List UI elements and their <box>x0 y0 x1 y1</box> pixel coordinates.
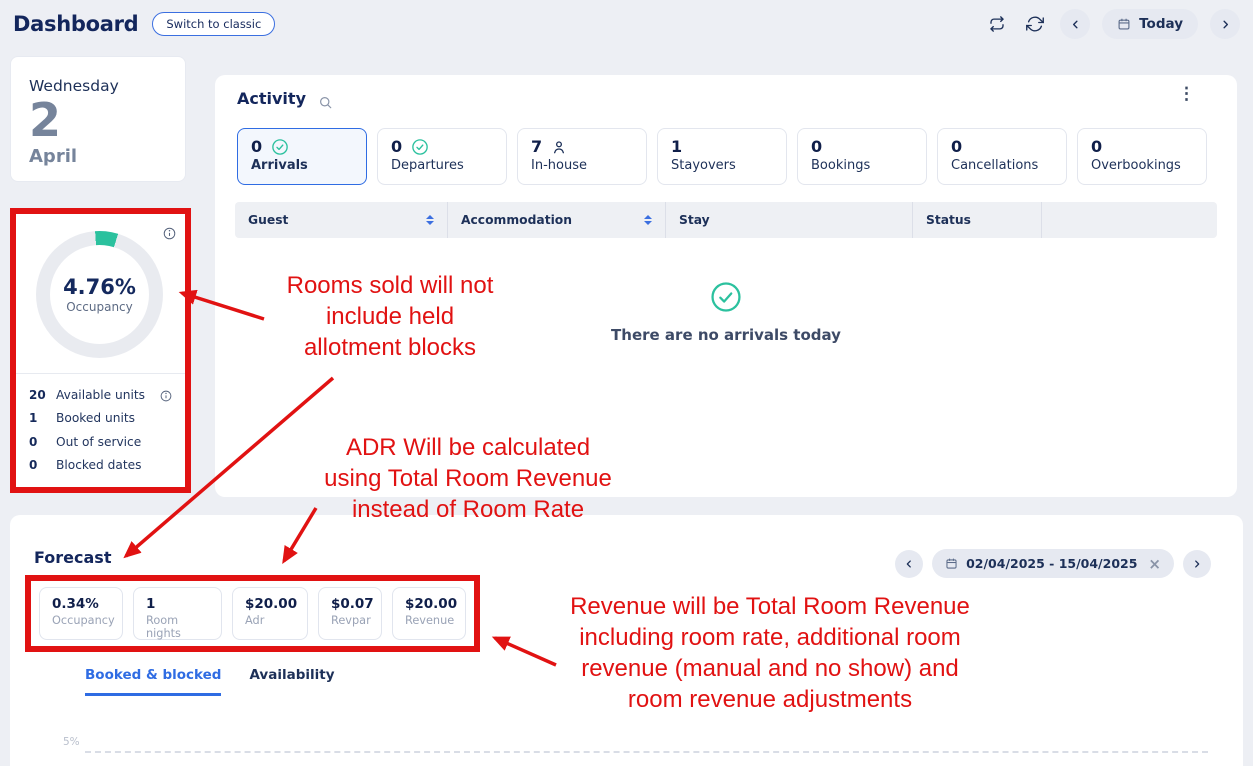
date-range-picker[interactable]: 02/04/2025 - 15/04/2025 × <box>932 549 1174 578</box>
more-options-icon[interactable]: ⋮ <box>1178 85 1195 102</box>
calendar-icon <box>945 557 958 570</box>
clear-date-icon[interactable]: × <box>1148 555 1161 573</box>
tab-availability[interactable]: Availability <box>249 667 334 696</box>
activity-tab-stayovers[interactable]: 1 Stayovers <box>657 128 787 185</box>
forecast-tabs: Booked & blocked Availability <box>85 667 335 696</box>
sort-icon[interactable] <box>426 215 434 225</box>
repeat-icon[interactable] <box>984 11 1010 37</box>
date-card: Wednesday 2 April <box>10 56 186 182</box>
dashboard-page: Dashboard Switch to classic Today Wednes… <box>0 0 1253 766</box>
chevron-left-icon <box>1070 19 1081 30</box>
top-bar-controls: Today <box>984 9 1240 39</box>
chevron-left-icon <box>904 559 914 569</box>
stat-row-blocked-dates: 0 Blocked dates <box>29 454 172 478</box>
sort-icon[interactable] <box>644 215 652 225</box>
page-title: Dashboard <box>13 12 138 36</box>
arrivals-table-header: Guest Accommodation Stay Status <box>235 202 1217 238</box>
forecast-stats-annotation-box: 0.34% Occupancy 1 Room nights $20.00 Adr… <box>25 575 480 652</box>
search-icon[interactable] <box>318 92 333 111</box>
info-icon[interactable] <box>163 223 176 242</box>
annotation-note-adr: ADR Will be calculated using Total Room … <box>303 432 633 525</box>
chevron-right-icon <box>1220 19 1231 30</box>
next-day-button[interactable] <box>1210 9 1240 39</box>
previous-day-button[interactable] <box>1060 9 1090 39</box>
forecast-stat-room-nights[interactable]: 1 Room nights <box>133 587 222 640</box>
stat-row-booked-units: 1 Booked units <box>29 407 172 431</box>
activity-tab-departures[interactable]: 0 Departures <box>377 128 507 185</box>
chart-gridline <box>85 751 1208 753</box>
activity-tab-in-house[interactable]: 7 In-house <box>517 128 647 185</box>
column-header-status: Status <box>913 202 1042 238</box>
column-header-guest[interactable]: Guest <box>235 202 448 238</box>
annotation-note-revenue: Revenue will be Total Room Revenue inclu… <box>515 591 1025 715</box>
date-month: April <box>29 146 167 167</box>
check-circle-icon <box>411 138 429 156</box>
forecast-date-controls: 02/04/2025 - 15/04/2025 × <box>895 549 1211 578</box>
refresh-icon[interactable] <box>1022 11 1048 37</box>
annotation-note-rooms-sold: Rooms sold will not include held allotme… <box>235 270 545 363</box>
check-circle-icon <box>709 280 743 314</box>
top-bar: Dashboard Switch to classic Today <box>0 0 1253 48</box>
chevron-right-icon <box>1192 559 1202 569</box>
stat-row-out-of-service: 0 Out of service <box>29 430 172 454</box>
occupancy-card-annotation-box: 4.76% Occupancy 20 Available units 1 Boo… <box>10 208 191 493</box>
calendar-icon <box>1117 17 1131 31</box>
divider <box>16 373 185 374</box>
occupancy-percent: 4.76% <box>63 275 136 299</box>
column-header-stay: Stay <box>666 202 913 238</box>
info-icon[interactable] <box>160 385 172 404</box>
activity-title: Activity <box>237 89 306 108</box>
activity-tab-bookings[interactable]: 0 Bookings <box>797 128 927 185</box>
occupancy-percent-label: Occupancy <box>66 300 133 314</box>
tab-booked-and-blocked[interactable]: Booked & blocked <box>85 667 221 696</box>
date-range-value: 02/04/2025 - 15/04/2025 <box>966 556 1137 571</box>
activity-tab-arrivals[interactable]: 0 Arrivals <box>237 128 367 185</box>
column-header-accommodation[interactable]: Accommodation <box>448 202 666 238</box>
forecast-title: Forecast <box>34 548 111 567</box>
forecast-stat-occupancy[interactable]: 0.34% Occupancy <box>39 587 123 640</box>
next-range-button[interactable] <box>1183 550 1211 578</box>
previous-range-button[interactable] <box>895 550 923 578</box>
chart-gridline-label: 5% <box>63 736 80 748</box>
today-button[interactable]: Today <box>1102 9 1198 39</box>
forecast-stat-adr[interactable]: $20.00 Adr <box>232 587 308 640</box>
stat-row-available-units: 20 Available units <box>29 383 172 407</box>
today-button-label: Today <box>1139 16 1183 32</box>
switch-to-classic-button[interactable]: Switch to classic <box>152 12 275 36</box>
check-circle-icon <box>271 138 289 156</box>
activity-tab-cancellations[interactable]: 0 Cancellations <box>937 128 1067 185</box>
activity-tabs: 0 Arrivals 0 Departures 7 In-house 1 Sta… <box>237 128 1207 185</box>
activity-tab-overbookings[interactable]: 0 Overbookings <box>1077 128 1207 185</box>
date-day: 2 <box>29 95 167 146</box>
occupancy-donut-chart: 4.76% Occupancy <box>36 231 163 358</box>
person-icon <box>551 139 567 155</box>
forecast-stat-revpar[interactable]: $0.07 Revpar <box>318 587 382 640</box>
column-header-empty <box>1042 202 1217 238</box>
forecast-stat-revenue[interactable]: $20.00 Revenue <box>392 587 466 640</box>
occupancy-stats-list: 20 Available units 1 Booked units 0 Out … <box>16 383 185 477</box>
